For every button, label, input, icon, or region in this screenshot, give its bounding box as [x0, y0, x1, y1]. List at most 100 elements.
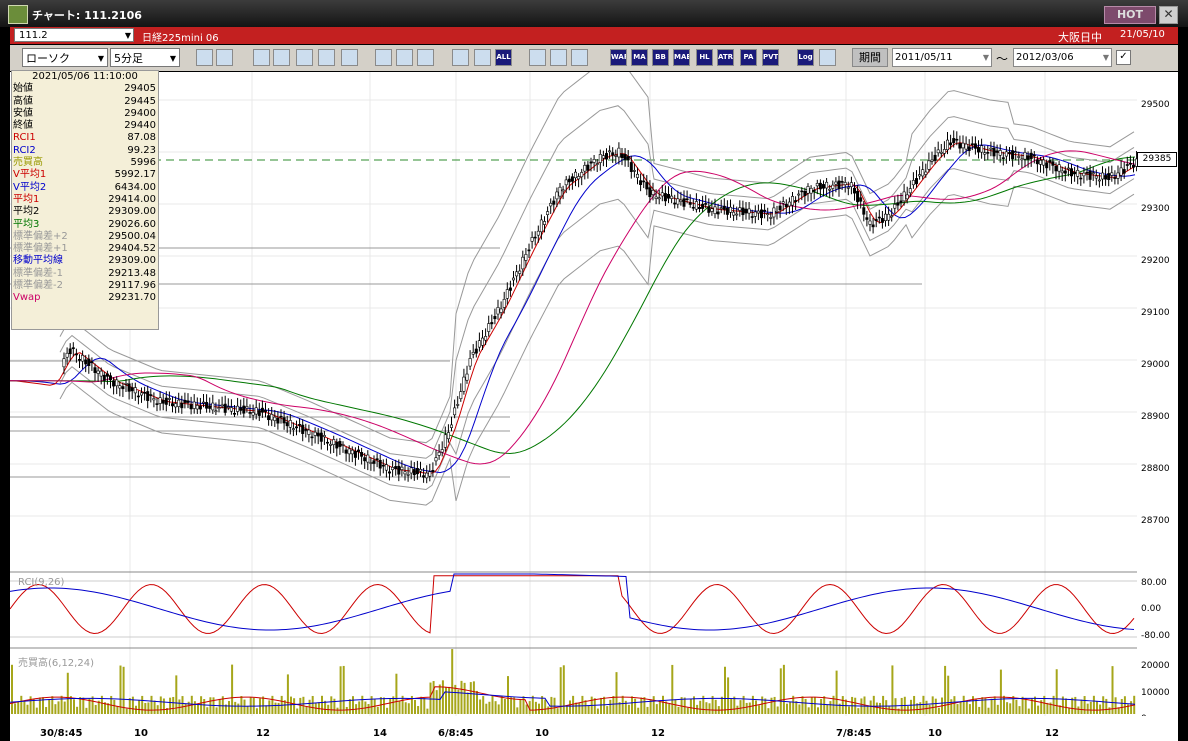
- candle-body: [1060, 170, 1064, 174]
- candle-body: [180, 402, 184, 409]
- moving-average-line: [10, 144, 1136, 474]
- date-to-field[interactable]: 2012/03/06 ▼: [1013, 48, 1112, 67]
- chart-type-select[interactable]: ローソク ▼: [22, 48, 108, 67]
- para-icon[interactable]: PA RA: [740, 49, 757, 66]
- candle-body: [425, 472, 429, 479]
- bb-icon[interactable]: BB: [652, 49, 669, 66]
- volume-bar: [510, 697, 513, 714]
- price-tick-label: 28800: [1141, 464, 1170, 474]
- info-row: 標準偏差+1 29404.52: [12, 243, 158, 255]
- candle-body: [924, 171, 928, 175]
- volume-bar: [141, 695, 144, 714]
- candle-body: [980, 145, 984, 153]
- info-value: 29213.48: [108, 267, 156, 279]
- info-row: 標準偏差+2 29500.04: [12, 231, 158, 243]
- candle-body: [511, 277, 515, 281]
- candle-body: [800, 190, 804, 193]
- candle-body: [68, 348, 72, 355]
- candle-body: [679, 199, 683, 202]
- interval-select[interactable]: 5分足 ▼: [110, 48, 180, 67]
- info-value: 29309.00: [108, 255, 156, 267]
- candle-body: [961, 142, 965, 149]
- ma-icon[interactable]: MA: [631, 49, 648, 66]
- apply-checkbox[interactable]: ✓: [1116, 50, 1131, 65]
- price-tick-label: 29000: [1141, 360, 1170, 370]
- cursor-icon[interactable]: [216, 49, 233, 66]
- candle-body: [291, 428, 295, 430]
- settings-icon[interactable]: [529, 49, 546, 66]
- chart-icon[interactable]: [296, 49, 313, 66]
- mae-icon[interactable]: MAE: [673, 49, 690, 66]
- candle-body: [648, 187, 652, 198]
- candle2-icon[interactable]: [474, 49, 491, 66]
- volume-bar: [507, 676, 509, 714]
- time-tick-label: 12: [651, 728, 665, 739]
- alert-icon[interactable]: [341, 49, 358, 66]
- price-tick-label: 29300: [1141, 204, 1170, 214]
- candle-body: [586, 164, 590, 171]
- candle-body: [849, 182, 853, 187]
- candle-body: [1085, 171, 1089, 174]
- time-tick-label: 30/8:45: [40, 728, 83, 739]
- search-icon[interactable]: [273, 49, 290, 66]
- cross-icon[interactable]: [318, 49, 335, 66]
- volume-bar: [178, 699, 181, 714]
- symbol-select[interactable]: 111.2 ▼: [14, 28, 134, 42]
- candle-body: [391, 467, 395, 471]
- volume-bar: [11, 664, 13, 714]
- arrow-icon[interactable]: [396, 49, 413, 66]
- volume-bar: [1006, 702, 1009, 714]
- ohlc-info-box: 2021/05/06 11:10:00 始値 29405 高値 29445 安値 2940…: [11, 70, 159, 330]
- pencil-icon[interactable]: [375, 49, 392, 66]
- volume-bar: [398, 700, 401, 714]
- candle-body: [998, 150, 1002, 156]
- candle-body: [862, 207, 866, 215]
- candle-body: [691, 206, 695, 209]
- price-chart[interactable]: [9, 58, 1139, 716]
- volume-bar: [956, 704, 959, 714]
- palette-icon[interactable]: [571, 49, 588, 66]
- brush-icon[interactable]: [550, 49, 567, 66]
- wap-icon[interactable]: WAP: [610, 49, 627, 66]
- volume-bar: [503, 698, 506, 714]
- hot-button[interactable]: HOT: [1104, 6, 1156, 24]
- candle-body: [930, 159, 934, 162]
- volume-bar: [739, 700, 742, 714]
- candle-body: [202, 401, 206, 404]
- flag-icon[interactable]: [417, 49, 434, 66]
- zoom-icon[interactable]: [196, 49, 213, 66]
- candle-body: [127, 383, 131, 392]
- volume-bar: [919, 702, 922, 714]
- screen-icon[interactable]: [819, 49, 836, 66]
- volume-bar: [835, 670, 838, 714]
- candle-body: [763, 209, 767, 212]
- volume-bar: [578, 702, 581, 714]
- volume-bar: [1065, 698, 1067, 714]
- candle-body: [561, 189, 565, 192]
- chart-plot-area[interactable]: [9, 58, 1139, 716]
- date-from-field[interactable]: 2011/05/11 ▼: [892, 48, 992, 67]
- close-icon[interactable]: ✕: [1159, 6, 1178, 24]
- candle-icon[interactable]: [452, 49, 469, 66]
- volume-bar: [311, 695, 314, 714]
- all-icon[interactable]: ALL: [495, 49, 512, 66]
- candle-body: [859, 197, 863, 202]
- calendar-icon[interactable]: ▼: [983, 49, 989, 66]
- log-icon[interactable]: Log: [797, 49, 814, 66]
- pvt-icon[interactable]: PVT: [762, 49, 779, 66]
- candle-body: [549, 202, 553, 207]
- bar-icon[interactable]: [253, 49, 270, 66]
- candle-body: [400, 466, 404, 470]
- atr-icon[interactable]: ATR: [717, 49, 734, 66]
- volume-bar: [807, 707, 810, 714]
- hl-icon[interactable]: HL: [696, 49, 713, 66]
- calendar-icon[interactable]: ▼: [1103, 49, 1109, 66]
- candle-body: [1082, 172, 1086, 177]
- volume-bar: [891, 665, 894, 714]
- volume-bar: [138, 700, 141, 714]
- candle-body: [629, 162, 633, 172]
- candle-body: [456, 404, 460, 406]
- volume-bar: [596, 708, 599, 714]
- candle-body: [1094, 175, 1098, 179]
- period-button[interactable]: 期間: [852, 48, 888, 67]
